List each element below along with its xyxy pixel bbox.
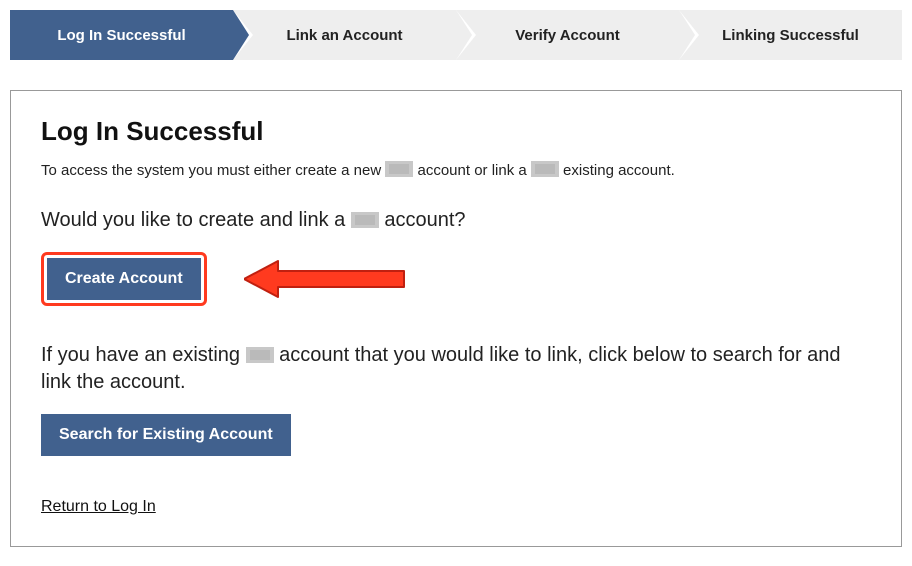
step-label: Verify Account [515, 27, 619, 44]
create-account-button[interactable]: Create Account [47, 258, 201, 300]
redacted-icon [351, 212, 379, 228]
page-title: Log In Successful [41, 116, 871, 147]
step-login-successful: Log In Successful [10, 10, 233, 60]
create-account-highlight: Create Account [41, 252, 207, 306]
return-to-login-link[interactable]: Return to Log In [41, 498, 156, 515]
step-label: Linking Successful [722, 27, 859, 44]
progress-stepper: Log In Successful Link an Account Verify… [10, 10, 902, 60]
redacted-icon [385, 161, 413, 177]
step-verify-account: Verify Account [456, 10, 679, 60]
intro-text: To access the system you must either cre… [41, 161, 871, 179]
main-panel: Log In Successful To access the system y… [10, 90, 902, 547]
search-existing-account-button[interactable]: Search for Existing Account [41, 414, 291, 456]
annotation-arrow-icon [244, 259, 414, 299]
create-account-question: Would you like to create and link a acco… [41, 207, 871, 234]
step-linking-successful: Linking Successful [679, 10, 902, 60]
redacted-icon [246, 347, 274, 363]
step-label: Log In Successful [57, 27, 185, 44]
step-link-account: Link an Account [233, 10, 456, 60]
redacted-icon [531, 161, 559, 177]
step-label: Link an Account [286, 27, 402, 44]
existing-account-text: If you have an existing account that you… [41, 342, 871, 396]
